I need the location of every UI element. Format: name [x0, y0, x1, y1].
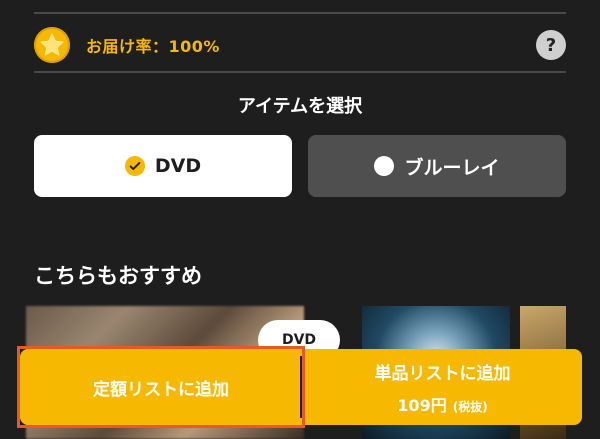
- star-icon: [34, 27, 70, 63]
- section-divider: [34, 71, 566, 73]
- add-to-single-list-button[interactable]: 単品リストに追加 109円 (税抜): [303, 349, 582, 425]
- delivery-rate-row: お届け率：100% ?: [34, 26, 566, 64]
- top-divider: [34, 12, 566, 14]
- single-button-label: 単品リストに追加: [374, 363, 511, 384]
- select-item-title: アイテムを選択: [237, 96, 363, 117]
- option-dvd-label: DVD: [154, 155, 202, 177]
- option-dvd-button[interactable]: DVD: [34, 135, 292, 197]
- radio-unselected-icon: [374, 156, 395, 176]
- subscription-button-label: 定額リストに追加: [93, 379, 229, 400]
- tax-note: (税抜): [452, 399, 488, 414]
- single-price-line: 109円 (税抜): [397, 392, 487, 416]
- delivery-rate-text: お届け率：100%: [86, 37, 220, 56]
- single-price: 109円: [397, 395, 447, 415]
- action-divider: [300, 356, 302, 418]
- add-to-subscription-list-button[interactable]: 定額リストに追加: [17, 346, 305, 428]
- help-icon[interactable]: ?: [536, 30, 566, 60]
- check-icon: [124, 156, 145, 176]
- recommend-title: こちらもおすすめ: [34, 264, 202, 288]
- option-bluray-label: ブルーレイ: [404, 156, 500, 179]
- option-bluray-button[interactable]: ブルーレイ: [308, 135, 566, 197]
